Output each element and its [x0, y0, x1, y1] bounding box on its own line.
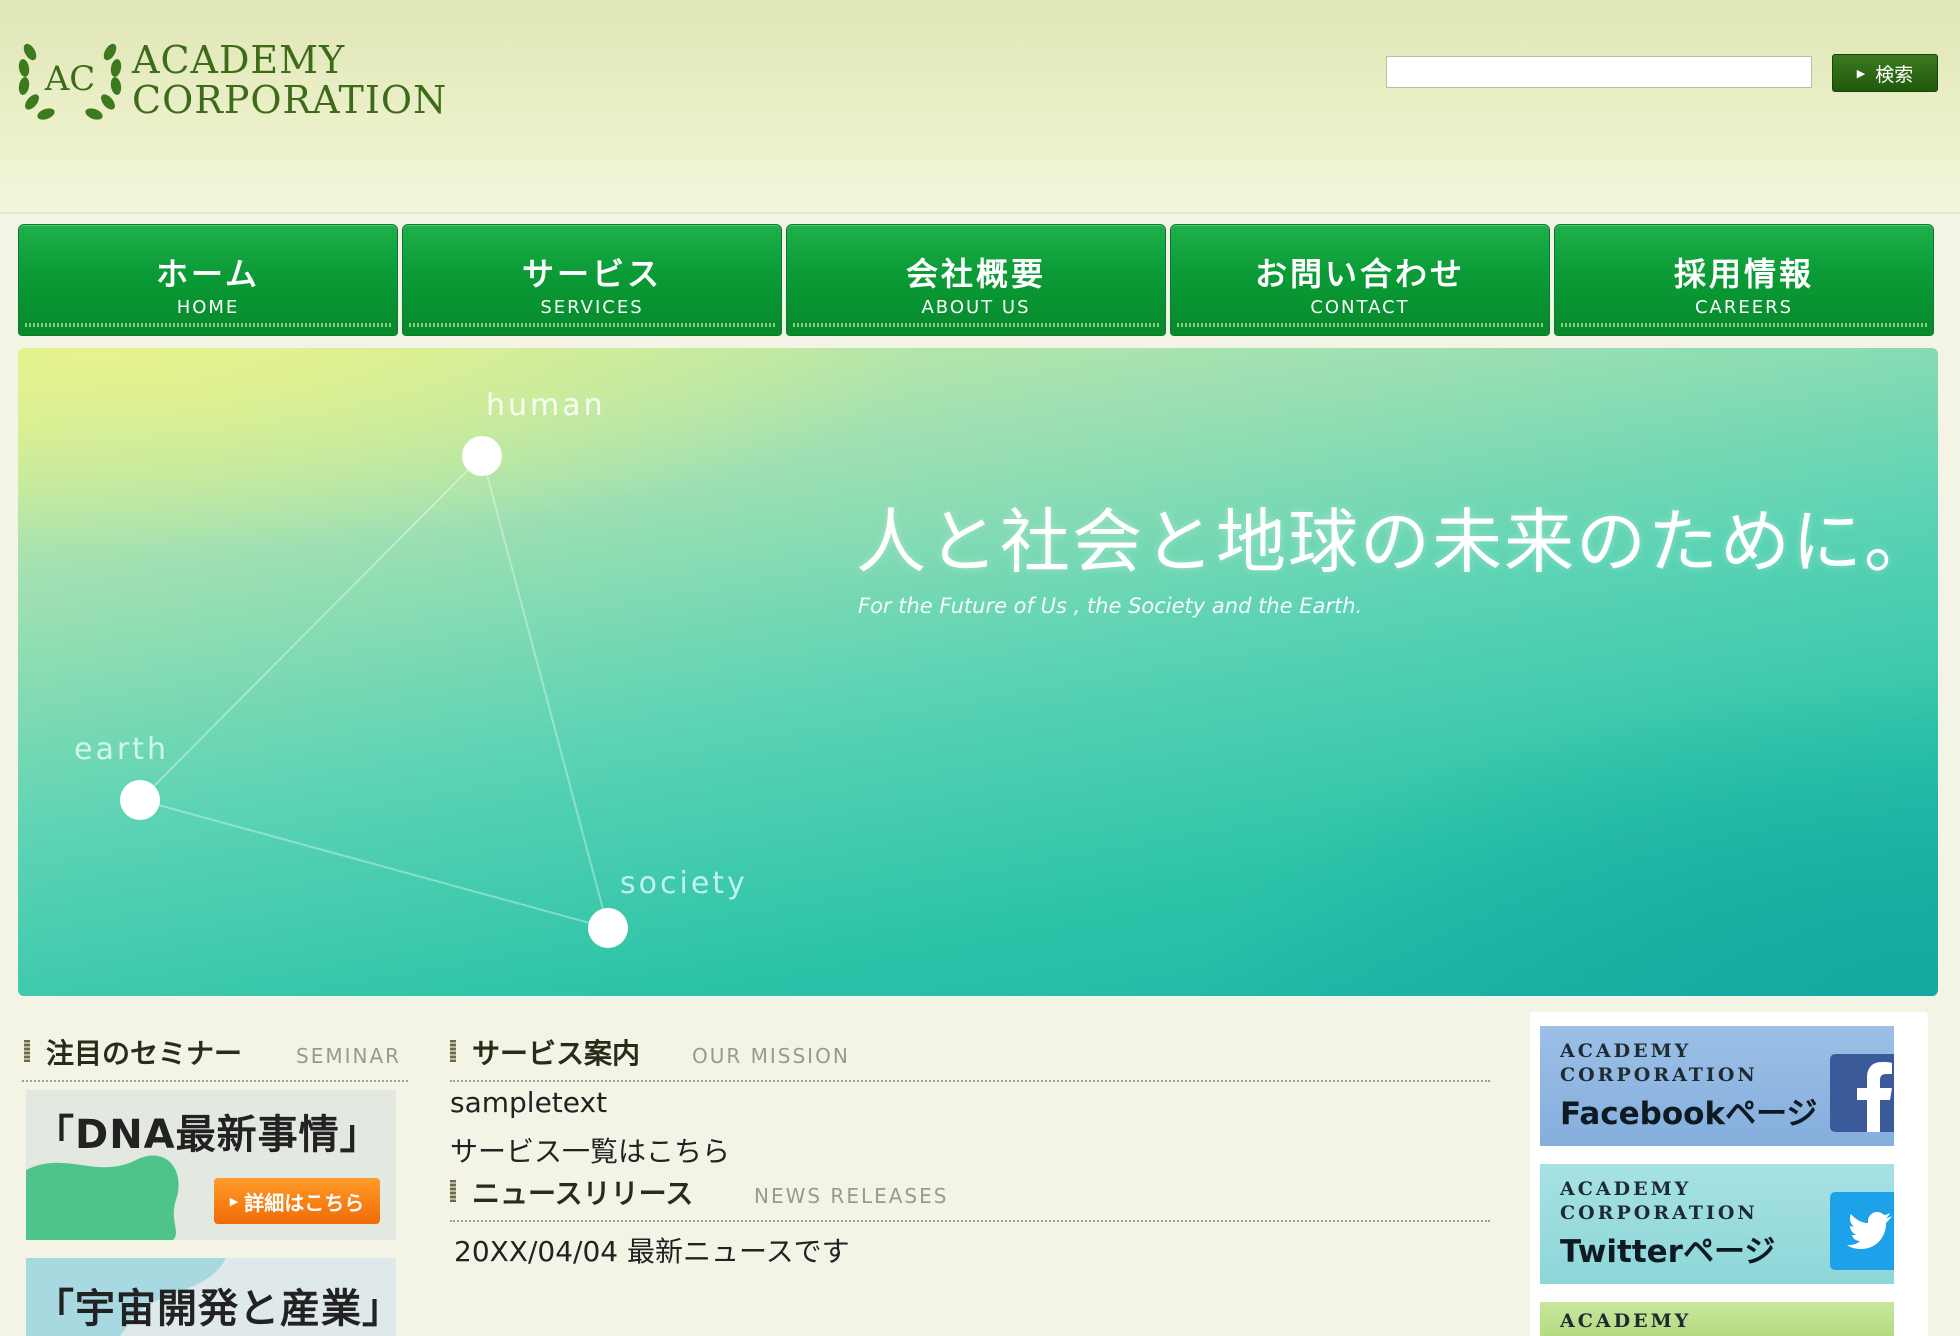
banner-line-3: Twitterページ [1560, 1234, 1776, 1270]
news-date: 20XX/04/04 [454, 1235, 619, 1268]
logo-line-2: CORPORATION [132, 78, 448, 122]
banner-line-2: CORPORATION [1560, 1064, 1758, 1086]
banner-line-2: CORPORATION [1560, 1202, 1758, 1224]
social-sidebar: ACADEMY CORPORATION Facebookページ ACADEMY … [1530, 1012, 1928, 1336]
services-list-link[interactable]: サービス一覧はこちら [450, 1130, 730, 1170]
network-edge [139, 799, 609, 929]
news-text: 最新ニュースです [627, 1235, 850, 1268]
heading-marker [450, 1040, 456, 1062]
svg-text:AC: AC [44, 59, 96, 99]
seminar-divider [22, 1080, 408, 1082]
detail-button-label: 詳細はこちら [244, 1190, 365, 1215]
nav-label-jp: 採用情報 [1673, 255, 1814, 293]
banner-line-1: ACADEMY [1560, 1310, 1692, 1332]
network-edge [139, 455, 483, 801]
news-divider [450, 1220, 1490, 1222]
services-divider [450, 1080, 1490, 1082]
hero-title: 人と社会と地球の未来のために。 [856, 501, 1936, 583]
services-heading: サービス案内 OUR MISSION [446, 1030, 1246, 1070]
logo-line-1: ACADEMY [132, 38, 346, 82]
main-nav: ホーム HOME サービス SERVICES 会社概要 ABOUT US お問い… [18, 224, 1936, 336]
banner-line-3: Facebookページ [1560, 1096, 1818, 1132]
node-human [462, 436, 502, 476]
nav-label-jp: お問い合わせ [1254, 255, 1465, 293]
services-heading-jp: サービス案内 [472, 1037, 641, 1070]
site-header: AC ACADEMY CORPORATION ▶ 検索 [0, 0, 1960, 214]
node-earth [120, 780, 160, 820]
nav-divider [409, 323, 775, 327]
heading-marker [450, 1180, 456, 1202]
search-input[interactable] [1386, 56, 1812, 88]
nav-divider [25, 323, 391, 327]
banner-line-1: ACADEMY [1560, 1178, 1692, 1200]
play-arrow-icon: ▶ [1856, 66, 1866, 80]
seminar-card-dna[interactable]: 「DNA最新事情」 ▶ 詳細はこちら [26, 1090, 396, 1240]
nav-item-careers[interactable]: 採用情報 CAREERS [1554, 224, 1934, 336]
network-edge [481, 455, 609, 929]
nav-item-about[interactable]: 会社概要 ABOUT US [786, 224, 1166, 336]
seminar-title: 「宇宙開発と産業」 [34, 1286, 396, 1332]
seminar-detail-button[interactable]: ▶ 詳細はこちら [214, 1178, 380, 1224]
nav-label-jp: サービス [521, 255, 662, 293]
services-text: sampletext [450, 1086, 608, 1119]
network-graphic [120, 436, 628, 948]
seminar-heading: 注目のセミナー SEMINAR [20, 1030, 410, 1070]
hero-banner: human earth society 人と社会と地球の未来のために。 For … [18, 348, 1938, 996]
node-label-human: human [486, 388, 606, 423]
node-label-earth: earth [74, 732, 169, 767]
seminar-heading-en: SEMINAR [296, 1044, 402, 1068]
seminar-title: 「DNA最新事情」 [34, 1112, 381, 1158]
third-banner[interactable]: ACADEMY [1540, 1302, 1894, 1336]
laurel-logo-icon: AC [18, 43, 122, 120]
nav-label-en: HOME [176, 297, 240, 318]
nav-divider [1561, 323, 1927, 327]
site-logo[interactable]: AC ACADEMY CORPORATION [16, 32, 446, 132]
seminar-heading-jp: 注目のセミナー [46, 1037, 243, 1070]
node-label-society: society [620, 866, 748, 901]
hero-subtitle: For the Future of Us , the Society and t… [858, 594, 1363, 618]
nav-divider [793, 323, 1159, 327]
banner-line-1: ACADEMY [1560, 1040, 1692, 1062]
search-button-label: 検索 [1875, 63, 1914, 86]
news-item[interactable]: 20XX/04/04 最新ニュースです [454, 1230, 850, 1270]
facebook-icon [1830, 1054, 1894, 1132]
nav-label-jp: ホーム [155, 255, 261, 293]
heading-marker [24, 1040, 30, 1062]
news-heading-jp: ニュースリリース [472, 1177, 694, 1210]
nav-item-services[interactable]: サービス SERVICES [402, 224, 782, 336]
nav-item-home[interactable]: ホーム HOME [18, 224, 398, 336]
play-arrow-icon: ▶ [229, 1194, 239, 1208]
node-society [588, 908, 628, 948]
services-heading-en: OUR MISSION [692, 1044, 850, 1068]
facebook-banner[interactable]: ACADEMY CORPORATION Facebookページ [1540, 1026, 1894, 1146]
nav-divider [1177, 323, 1543, 327]
news-heading-en: NEWS RELEASES [754, 1184, 949, 1208]
nav-label-en: SERVICES [540, 297, 644, 318]
twitter-banner[interactable]: ACADEMY CORPORATION Twitterページ [1540, 1164, 1894, 1284]
nav-item-contact[interactable]: お問い合わせ CONTACT [1170, 224, 1550, 336]
nav-label-en: ABOUT US [921, 297, 1031, 318]
nav-label-en: CONTACT [1310, 297, 1410, 318]
seminar-card-space[interactable]: 「宇宙開発と産業」 [26, 1258, 396, 1336]
news-heading: ニュースリリース NEWS RELEASES [446, 1170, 1246, 1210]
search-button[interactable]: ▶ 検索 [1832, 54, 1938, 92]
twitter-icon [1830, 1192, 1894, 1270]
nav-label-jp: 会社概要 [905, 255, 1046, 293]
nav-label-en: CAREERS [1694, 297, 1794, 318]
